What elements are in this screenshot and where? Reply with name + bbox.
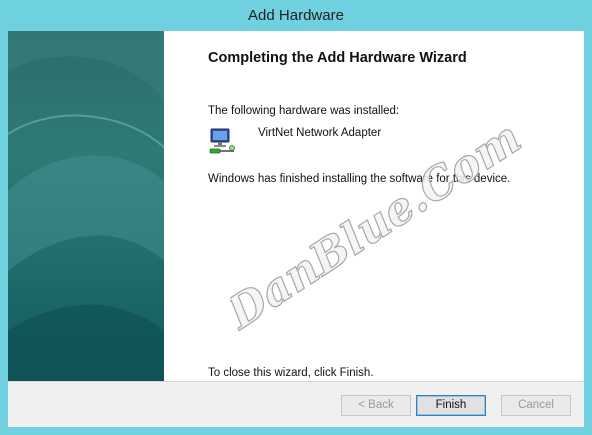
watermark-text: DanBlue.Com	[230, 120, 530, 340]
cancel-button[interactable]: Cancel	[501, 395, 571, 416]
window-title: Add Hardware	[248, 7, 344, 24]
banner-swoosh-graphic	[8, 31, 164, 381]
add-hardware-window: Add Hardware Completing the Add Hardware…	[0, 0, 592, 435]
page-title: Completing the Add Hardware Wizard	[208, 50, 467, 66]
back-button[interactable]: < Back	[341, 395, 411, 416]
wizard-side-banner	[8, 31, 164, 381]
finish-button[interactable]: Finish	[416, 395, 486, 416]
title-bar[interactable]: Add Hardware	[0, 0, 592, 31]
close-instruction: To close this wizard, click Finish.	[208, 367, 374, 379]
watermark-logo: DanBlue.Com	[230, 120, 531, 341]
wizard-button-bar: < Back Finish Cancel	[8, 382, 584, 427]
installed-label: The following hardware was installed:	[208, 105, 400, 117]
